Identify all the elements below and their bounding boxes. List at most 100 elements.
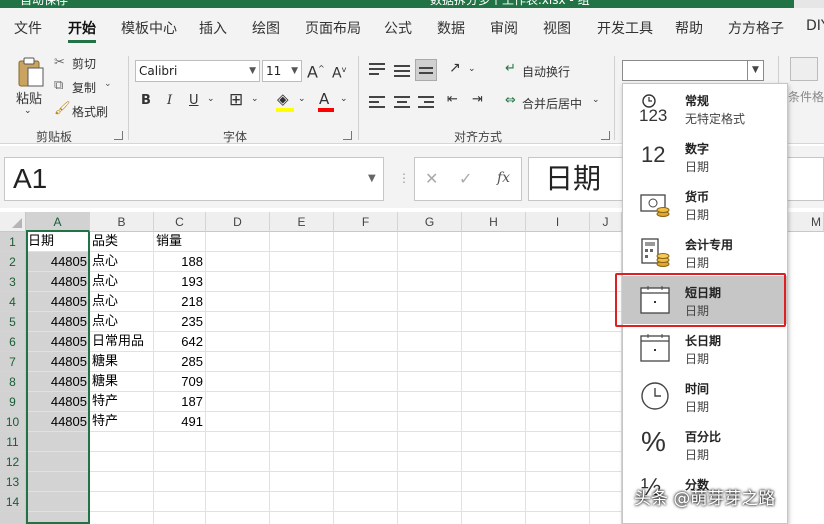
row-header[interactable]: 8: [0, 372, 26, 392]
category-cell[interactable]: 日常用品: [90, 332, 154, 352]
increase-font-button[interactable]: A^: [307, 59, 325, 82]
category-cell[interactable]: 点心: [90, 312, 154, 332]
borders-icon[interactable]: ⊞: [229, 90, 243, 110]
cell[interactable]: [398, 392, 462, 412]
cell[interactable]: [526, 232, 590, 252]
cancel-icon[interactable]: ✕: [425, 169, 438, 188]
font-color-button[interactable]: A: [319, 89, 329, 109]
cell[interactable]: [526, 272, 590, 292]
cell[interactable]: [334, 392, 398, 412]
category-cell[interactable]: 特产: [90, 412, 154, 432]
cell[interactable]: [270, 252, 334, 272]
cell[interactable]: [526, 512, 590, 524]
tab-file[interactable]: 文件: [14, 18, 42, 38]
cell[interactable]: [398, 412, 462, 432]
cell[interactable]: [398, 292, 462, 312]
cell[interactable]: [334, 512, 398, 524]
column-header-j[interactable]: J: [590, 212, 622, 232]
cell[interactable]: [334, 372, 398, 392]
fill-color-dropdown-icon[interactable]: ⌄: [298, 94, 306, 104]
search-button[interactable]: [794, 0, 824, 8]
cell[interactable]: [462, 312, 526, 332]
cell[interactable]: [206, 352, 270, 372]
cell[interactable]: [590, 512, 622, 524]
date-cell[interactable]: 44805: [26, 412, 90, 432]
tab-page-layout[interactable]: 页面布局: [305, 18, 361, 38]
cell[interactable]: [462, 452, 526, 472]
cell[interactable]: [334, 272, 398, 292]
cell[interactable]: [206, 332, 270, 352]
cell[interactable]: [270, 232, 334, 252]
borders-dropdown-icon[interactable]: ⌄: [251, 94, 259, 104]
column-header-h[interactable]: H: [462, 212, 526, 232]
cell[interactable]: [590, 232, 622, 252]
wrap-text-button[interactable]: 自动换行: [522, 63, 570, 80]
category-cell[interactable]: 糖果: [90, 352, 154, 372]
cell[interactable]: [26, 452, 90, 472]
sales-cell[interactable]: 642: [154, 332, 206, 352]
font-color-dropdown-icon[interactable]: ⌄: [340, 94, 348, 104]
underline-button[interactable]: U: [189, 91, 199, 111]
cell[interactable]: [270, 332, 334, 352]
date-cell[interactable]: 44805: [26, 392, 90, 412]
cell[interactable]: [206, 252, 270, 272]
cell[interactable]: [398, 512, 462, 524]
header-cell[interactable]: 品类: [90, 232, 154, 252]
cell[interactable]: [590, 492, 622, 512]
sales-cell[interactable]: 193: [154, 272, 206, 292]
cell[interactable]: [90, 472, 154, 492]
cell[interactable]: [270, 452, 334, 472]
cell[interactable]: [526, 412, 590, 432]
cell[interactable]: [398, 312, 462, 332]
cell[interactable]: [526, 292, 590, 312]
cell[interactable]: [206, 492, 270, 512]
cell[interactable]: [26, 472, 90, 492]
cell[interactable]: [526, 432, 590, 452]
tab-fangfang[interactable]: 方方格子: [728, 18, 784, 38]
cell[interactable]: [462, 392, 526, 412]
cell[interactable]: [398, 372, 462, 392]
tab-data[interactable]: 数据: [437, 18, 465, 38]
row-header[interactable]: 6: [0, 332, 26, 352]
row-header[interactable]: 5: [0, 312, 26, 332]
insert-function-button[interactable]: fx: [497, 170, 510, 186]
cell[interactable]: [334, 232, 398, 252]
tab-help[interactable]: 帮助: [675, 18, 703, 38]
cell[interactable]: [526, 352, 590, 372]
sales-cell[interactable]: 285: [154, 352, 206, 372]
category-cell[interactable]: 特产: [90, 392, 154, 412]
cell[interactable]: [154, 432, 206, 452]
cell[interactable]: [590, 332, 622, 352]
cell[interactable]: [462, 352, 526, 372]
category-cell[interactable]: 糖果: [90, 372, 154, 392]
column-header-a[interactable]: A: [26, 212, 90, 232]
format-accounting-item[interactable]: 会计专用 日期: [623, 228, 787, 276]
sales-cell[interactable]: 218: [154, 292, 206, 312]
cell[interactable]: [398, 492, 462, 512]
cell[interactable]: [206, 392, 270, 412]
number-format-dropdown-button[interactable]: ▼: [748, 60, 764, 81]
column-header-d[interactable]: D: [206, 212, 270, 232]
align-left-icon[interactable]: [369, 93, 385, 111]
cell[interactable]: [334, 292, 398, 312]
cell[interactable]: [154, 452, 206, 472]
fill-color-icon[interactable]: ◈: [277, 89, 289, 109]
cell[interactable]: [462, 512, 526, 524]
cell[interactable]: [270, 272, 334, 292]
cell[interactable]: [270, 412, 334, 432]
cell[interactable]: [334, 432, 398, 452]
name-box-dropdown-icon[interactable]: ▼: [368, 173, 376, 184]
cell[interactable]: [270, 512, 334, 524]
column-header-c[interactable]: C: [154, 212, 206, 232]
cell[interactable]: [206, 512, 270, 524]
format-percent-item[interactable]: % 百分比 日期: [623, 420, 787, 468]
cell[interactable]: [334, 252, 398, 272]
cell[interactable]: [334, 312, 398, 332]
clipboard-launcher-icon[interactable]: [114, 131, 123, 140]
row-header[interactable]: 9: [0, 392, 26, 412]
tab-template[interactable]: 模板中心: [121, 18, 177, 38]
cell[interactable]: [590, 412, 622, 432]
cell[interactable]: [398, 452, 462, 472]
row-header[interactable]: 2: [0, 252, 26, 272]
paste-icon[interactable]: [16, 56, 46, 88]
